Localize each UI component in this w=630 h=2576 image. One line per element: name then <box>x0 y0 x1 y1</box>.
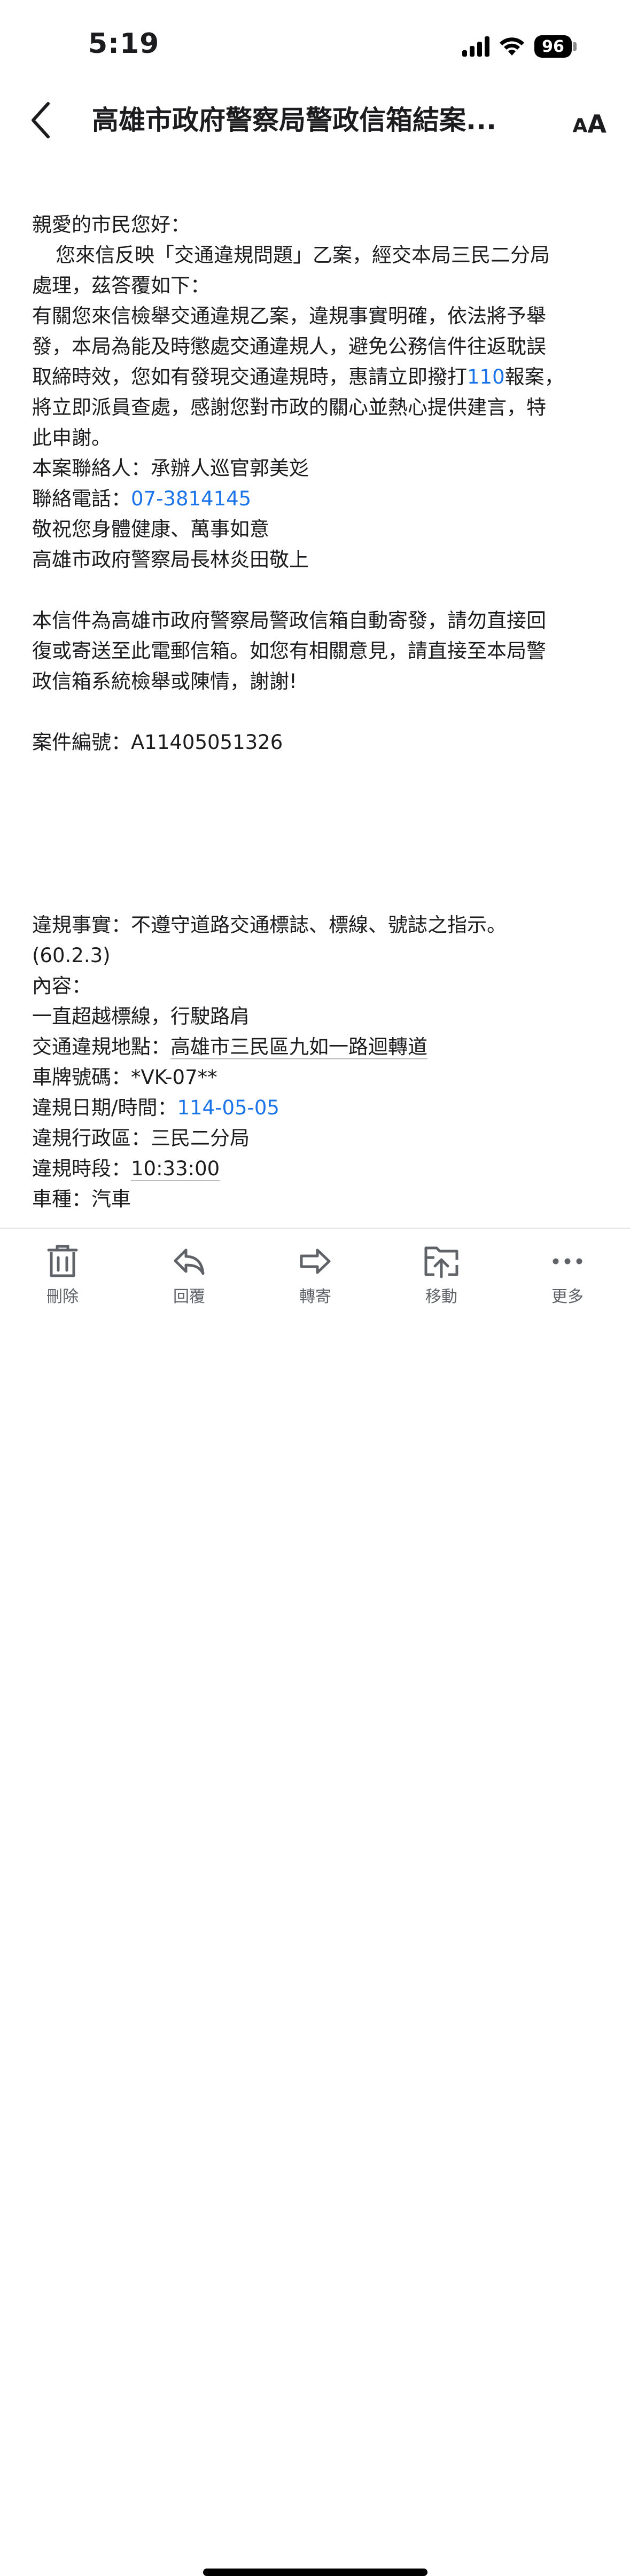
body-text: 高雄市政府警察局長林炎田敬上 <box>32 548 309 571</box>
body-text: 報案， <box>504 365 564 388</box>
body-text: 一直超越標線，行駛路肩 <box>32 1005 250 1028</box>
body-line: 聯絡電話：07-3814145 <box>32 483 604 514</box>
field-label: 交通違規地點： <box>32 1035 170 1058</box>
field-label: 聯絡電話： <box>32 487 131 510</box>
body-text: 違規事實：不遵守道路交通標誌、標線、號誌之指示。 <box>32 914 507 936</box>
body-line: 內容： <box>32 971 604 1001</box>
battery-icon: 96 <box>534 35 577 58</box>
status-icons: 96 <box>462 33 577 60</box>
body-text: 將立即派員查處，感謝您對市政的關心並熱心提供建言，特 <box>32 396 546 419</box>
body-line: 高雄市政府警察局長林炎田敬上 <box>32 544 604 575</box>
body-text: 本信件為高雄市政府警察局警政信箱自動寄發，請勿直接回 <box>32 609 546 632</box>
move-icon <box>424 1246 458 1278</box>
field-label: 違規時段： <box>32 1157 131 1180</box>
body-text: 親愛的市民您好： <box>32 213 190 236</box>
body-line: 處理，茲答覆如下： <box>32 270 604 301</box>
delete-label: 刪除 <box>46 1287 79 1306</box>
body-line: 本信件為高雄市政府警察局警政信箱自動寄發，請勿直接回 <box>32 605 604 636</box>
body-text: 本案聯絡人：承辦人巡官郭美彣 <box>32 457 309 480</box>
delete-button[interactable]: 刪除 <box>20 1244 105 1307</box>
body-line: 敬祝您身體健康、萬事如意 <box>32 514 604 544</box>
body-text: 車種：汽車 <box>32 1188 131 1211</box>
body-line: 此申謝。 <box>32 423 604 453</box>
body-text: 敬祝您身體健康、萬事如意 <box>32 518 269 541</box>
body-text: 取締時效，您如有發現交通違規時，惠請立即撥打 <box>32 365 467 388</box>
field-value-link[interactable]: 07-3814145 <box>131 487 251 510</box>
body-text: 您來信反映「交通違規問題」乙案，經交本局三民二分局 <box>56 244 550 267</box>
body-text: 違規行政區：三民二分局 <box>32 1127 250 1150</box>
body-line: 車牌號碼：*VK-07** <box>32 1062 604 1092</box>
more-icon <box>553 1258 582 1264</box>
body-text: 有關您來信檢舉交通違規乙案，違規事實明確，依法將予舉 <box>32 305 546 327</box>
body-line: 復或寄送至此電郵信箱。如您有相關意見，請直接至本局警 <box>32 636 604 666</box>
body-text: 內容： <box>32 974 91 997</box>
body-line: 一直超越標線，行駛路肩 <box>32 1001 604 1032</box>
status-time: 5:19 <box>88 28 160 60</box>
body-line: 違規時段：10:33:00 <box>32 1153 604 1184</box>
body-line: 政信箱系統檢舉或陳情，謝謝! <box>32 666 604 697</box>
body-line: 本案聯絡人：承辦人巡官郭美彣 <box>32 453 604 483</box>
text-size-icon-large: A <box>587 110 606 138</box>
email-body: 親愛的市民您好： 您來信反映「交通違規問題」乙案，經交本局三民二分局處理，茲答覆如… <box>32 209 604 1214</box>
field-label: 違規日期/時間： <box>32 1096 177 1119</box>
field-value[interactable]: 10:33:00 <box>131 1157 220 1181</box>
phone-link[interactable]: 110 <box>467 365 505 388</box>
field-value-link[interactable]: 114-05-05 <box>177 1096 279 1119</box>
body-line: 將立即派員查處，感謝您對市政的關心並熱心提供建言，特 <box>32 392 604 423</box>
body-line: 您來信反映「交通違規問題」乙案，經交本局三民二分局 <box>32 240 604 270</box>
cellular-signal-icon <box>462 36 489 57</box>
forward-icon <box>300 1248 331 1274</box>
battery-level: 96 <box>534 35 572 58</box>
body-line: 親愛的市民您好： <box>32 209 604 240</box>
body-line: 違規日期/時間：114-05-05 <box>32 1092 604 1123</box>
nav-bar: 高雄市政府警察局警政信箱結案... AA <box>0 91 630 150</box>
body-line: 違規事實：不遵守道路交通標誌、標線、號誌之指示。 <box>32 910 604 940</box>
body-line: 案件編號：A11405051326 <box>32 727 604 758</box>
page-title: 高雄市政府警察局警政信箱結案... <box>92 105 496 136</box>
more-label: 更多 <box>551 1287 584 1306</box>
body-line: (60.2.3) <box>32 940 604 971</box>
chevron-left-icon <box>32 102 50 138</box>
body-text: 發，本局為能及時懲處交通違規人，避免公務信件往返耽誤 <box>32 335 546 358</box>
reply-button[interactable]: 回覆 <box>146 1244 232 1307</box>
body-text: 政信箱系統檢舉或陳情，謝謝! <box>32 670 297 693</box>
wifi-icon <box>500 37 524 56</box>
body-text: 復或寄送至此電郵信箱。如您有相關意見，請直接至本局警 <box>32 639 546 662</box>
text-size-button[interactable]: AA <box>573 103 606 138</box>
body-line: 有關您來信檢舉交通違規乙案，違規事實明確，依法將予舉 <box>32 301 604 331</box>
status-bar: 5:19 96 <box>0 0 630 91</box>
field-value[interactable]: 高雄市三民區九如一路迴轉道 <box>170 1035 427 1059</box>
body-text: 案件編號：A11405051326 <box>32 731 283 754</box>
home-indicator <box>203 2569 427 2576</box>
body-line: 取締時效，您如有發現交通違規時，惠請立即撥打110報案， <box>32 362 604 392</box>
move-button[interactable]: 移動 <box>399 1244 484 1307</box>
more-button[interactable]: 更多 <box>525 1244 610 1307</box>
move-label: 移動 <box>425 1287 457 1306</box>
reply-icon <box>174 1248 205 1275</box>
back-button[interactable] <box>19 99 62 142</box>
body-line: 發，本局為能及時懲處交通違規人，避免公務信件往返耽誤 <box>32 331 604 362</box>
body-text: 此申謝。 <box>32 426 111 449</box>
reply-label: 回覆 <box>173 1287 205 1306</box>
forward-button[interactable]: 轉寄 <box>273 1244 358 1307</box>
body-text: 車牌號碼：*VK-07** <box>32 1066 217 1089</box>
forward-label: 轉寄 <box>299 1287 331 1306</box>
body-line: 交通違規地點：高雄市三民區九如一路迴轉道 <box>32 1032 604 1062</box>
body-text: 處理，茲答覆如下： <box>32 274 210 297</box>
bottom-toolbar: 刪除 回覆 轉寄 移動 更多 <box>0 1228 630 2576</box>
body-text: (60.2.3) <box>32 944 111 967</box>
trash-icon <box>47 1245 78 1277</box>
body-line: 違規行政區：三民二分局 <box>32 1123 604 1153</box>
text-size-icon: A <box>572 115 588 137</box>
body-line: 車種：汽車 <box>32 1184 604 1214</box>
